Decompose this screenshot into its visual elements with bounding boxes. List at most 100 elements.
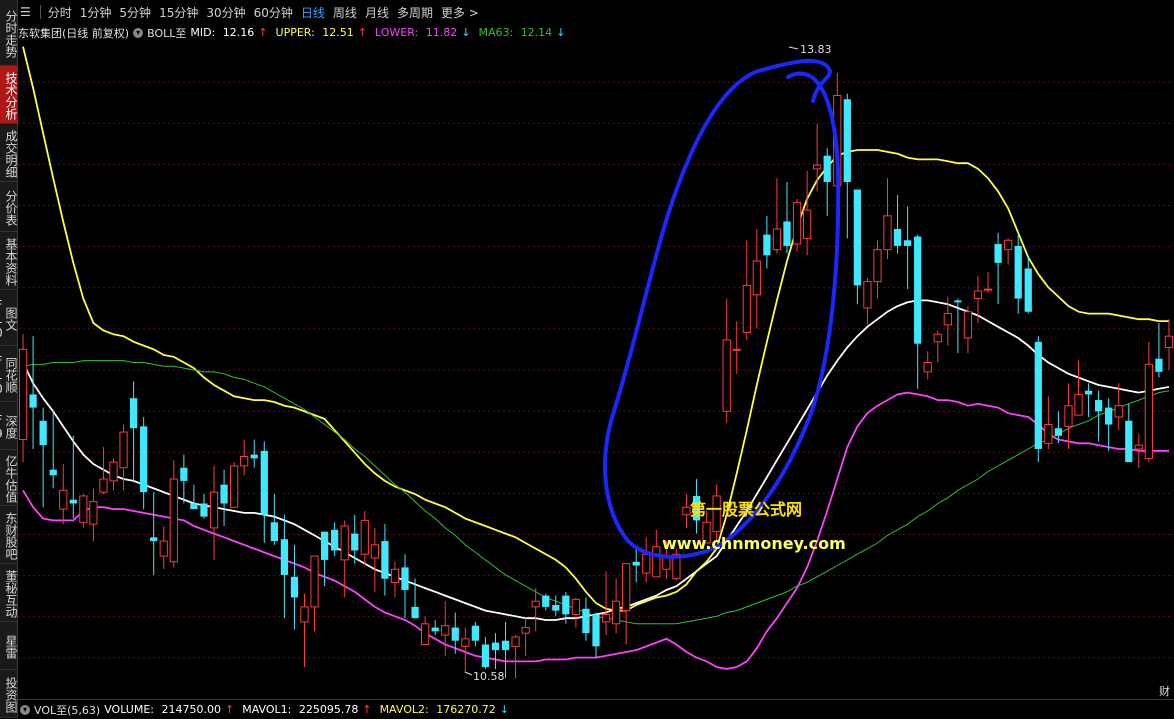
stock-title[interactable]: 东软集团(日线 前复权) (18, 25, 129, 41)
candle-body (461, 638, 470, 647)
candle (722, 298, 731, 423)
sidebar-tab-1[interactable]: 技术分析 (0, 66, 17, 124)
sidebar-tab-9[interactable]: 东财股吧 (0, 506, 17, 564)
sidebar-tab-6[interactable]: 同花顺F10 (0, 346, 17, 402)
candle (119, 424, 128, 491)
chevron-down-icon[interactable]: ▾ (133, 27, 144, 38)
chevron-down-icon[interactable]: ▾ (20, 704, 30, 715)
kline-chart[interactable]: 13.83 10.58 第一股票公式网 www.chnmoney.com (18, 41, 1174, 699)
candle-body (340, 525, 349, 561)
sidebar-tab-12[interactable]: 投资图 (0, 670, 17, 718)
sidebar-tab-3[interactable]: 分价表 (0, 182, 17, 232)
candle (802, 170, 812, 256)
candle-body (1105, 407, 1113, 425)
period-tab-1[interactable]: 1分钟 (80, 4, 112, 21)
candle-body (1084, 390, 1093, 395)
candle (983, 272, 993, 293)
period-tab-7[interactable]: 周线 (333, 4, 357, 21)
candle-body (109, 461, 118, 482)
period-tab-4[interactable]: 30分钟 (206, 4, 245, 21)
candle-body (69, 499, 77, 504)
candle (1004, 238, 1013, 265)
candle-body (180, 467, 188, 481)
ma63-value: 12.14 (520, 26, 553, 39)
watermark-title: 第一股票公式网 (690, 500, 802, 519)
vol-indicator-name[interactable]: VOL至(5,63) (34, 702, 100, 718)
candle-body (320, 531, 329, 560)
sidebar-tab-4[interactable]: 基本资料 (0, 232, 17, 290)
candle-body (802, 209, 812, 239)
candle-body (562, 595, 570, 615)
candle-body (943, 313, 952, 326)
candle-body (99, 478, 108, 493)
candle-body (632, 561, 640, 566)
candle (1164, 319, 1174, 370)
sidebar-tab-8[interactable]: 亿牛估值 (0, 450, 17, 506)
candle (843, 93, 851, 239)
candle-body (220, 484, 228, 504)
sidebar-tab-0[interactable]: 分时走势 (0, 0, 17, 66)
period-tab-10[interactable]: 更多 > (441, 4, 479, 21)
candle-body (763, 234, 771, 256)
period-tab-6[interactable]: 日线 (301, 4, 325, 21)
candle (370, 527, 379, 592)
sidebar-tab-7[interactable]: 深度F9 (0, 402, 17, 450)
candle (49, 411, 57, 489)
candle-body (732, 348, 741, 351)
candle (240, 439, 249, 476)
period-tab-2[interactable]: 5分钟 (119, 4, 151, 21)
sidebar-tab-2[interactable]: 成交明细 (0, 124, 17, 182)
candle-body (752, 260, 761, 296)
volume-label: VOLUME: 214750.00 ↑ (104, 703, 235, 716)
finance-corner-label[interactable]: 财 (1159, 683, 1170, 699)
candle (682, 494, 691, 528)
mid-value: 12.16 (222, 26, 255, 39)
candle-body (381, 541, 389, 579)
candle (853, 189, 861, 305)
sidebar-tab-11[interactable]: 星雷 (0, 622, 17, 670)
low-price-label: 10.58 (473, 670, 505, 683)
sidebar-tab-5[interactable]: 图文F10 (0, 290, 17, 346)
candle (1044, 396, 1053, 449)
candle (69, 435, 77, 519)
candle (883, 178, 892, 260)
candle (1064, 383, 1073, 449)
period-tab-8[interactable]: 月线 (365, 4, 389, 21)
candle-body (1074, 393, 1083, 416)
candle (180, 454, 188, 504)
candle-body (240, 455, 249, 467)
candle (863, 277, 872, 325)
candle-body (1034, 341, 1042, 449)
candle (1024, 255, 1032, 314)
candle-body (983, 288, 993, 291)
menu-icon[interactable]: ☰ (20, 5, 31, 19)
indicator-name[interactable]: BOLL至 (147, 25, 186, 41)
candle (1084, 383, 1093, 417)
candle-body (200, 503, 208, 517)
candle-body (1024, 268, 1032, 312)
candle-body (853, 189, 861, 286)
period-tab-0[interactable]: 分时 (48, 4, 72, 21)
mavol2-label: MAVOL2: 176270.72 ↓ (379, 703, 509, 716)
candle (632, 548, 640, 583)
candle-body (260, 450, 268, 515)
period-tab-9[interactable]: 多周期 (397, 4, 433, 21)
candle (772, 178, 782, 254)
candle-body (622, 563, 631, 612)
candle-body (973, 290, 983, 300)
candle-body (722, 339, 731, 412)
candle-body (481, 644, 490, 668)
candle-body (1014, 245, 1022, 299)
candle (1105, 398, 1113, 451)
candle-body (59, 489, 68, 510)
candle-body (893, 229, 902, 246)
period-tab-3[interactable]: 15分钟 (159, 4, 198, 21)
candle-body (1064, 405, 1073, 427)
candle (89, 488, 98, 542)
high-marker: 13.83 (788, 43, 832, 56)
candle-body (933, 333, 942, 343)
candle (933, 330, 942, 363)
candle-body (823, 155, 831, 182)
sidebar-tab-10[interactable]: 董秘互动 (0, 564, 17, 622)
period-tab-5[interactable]: 60分钟 (254, 4, 293, 21)
